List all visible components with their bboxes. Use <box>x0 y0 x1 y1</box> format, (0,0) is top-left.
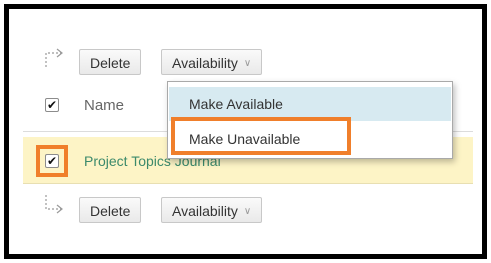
row-checkbox-annotation-box <box>36 145 68 177</box>
delete-button-bottom[interactable]: Delete <box>79 197 142 223</box>
double-chevron-down-icon: ∨ <box>243 206 252 218</box>
delete-button-top[interactable]: Delete <box>79 49 142 75</box>
column-header-name[interactable]: Name <box>84 97 124 114</box>
menu-item-make-available[interactable]: Make Available <box>169 87 451 121</box>
select-all-checkbox[interactable]: ✔ <box>45 98 59 112</box>
bulk-action-arrow-icon <box>45 48 63 67</box>
availability-button-bottom-label: Availability <box>172 203 238 219</box>
availability-button-bottom[interactable]: Availability ∨ <box>161 197 263 223</box>
availability-button-top-label: Availability <box>172 55 238 71</box>
screenshot-frame: Delete Availability ∨ ✔ Name ✔ Project To… <box>4 4 487 259</box>
menu-item-make-available-label: Make Available <box>189 96 283 112</box>
availability-button-top[interactable]: Availability ∨ <box>161 49 263 75</box>
delete-button-bottom-label: Delete <box>90 203 131 219</box>
delete-button-top-label: Delete <box>90 55 131 71</box>
double-chevron-down-icon: ∨ <box>243 58 252 70</box>
bulk-action-arrow-icon <box>45 195 63 214</box>
checkmark-icon: ✔ <box>46 98 58 112</box>
make-unavailable-annotation-box <box>171 117 351 155</box>
